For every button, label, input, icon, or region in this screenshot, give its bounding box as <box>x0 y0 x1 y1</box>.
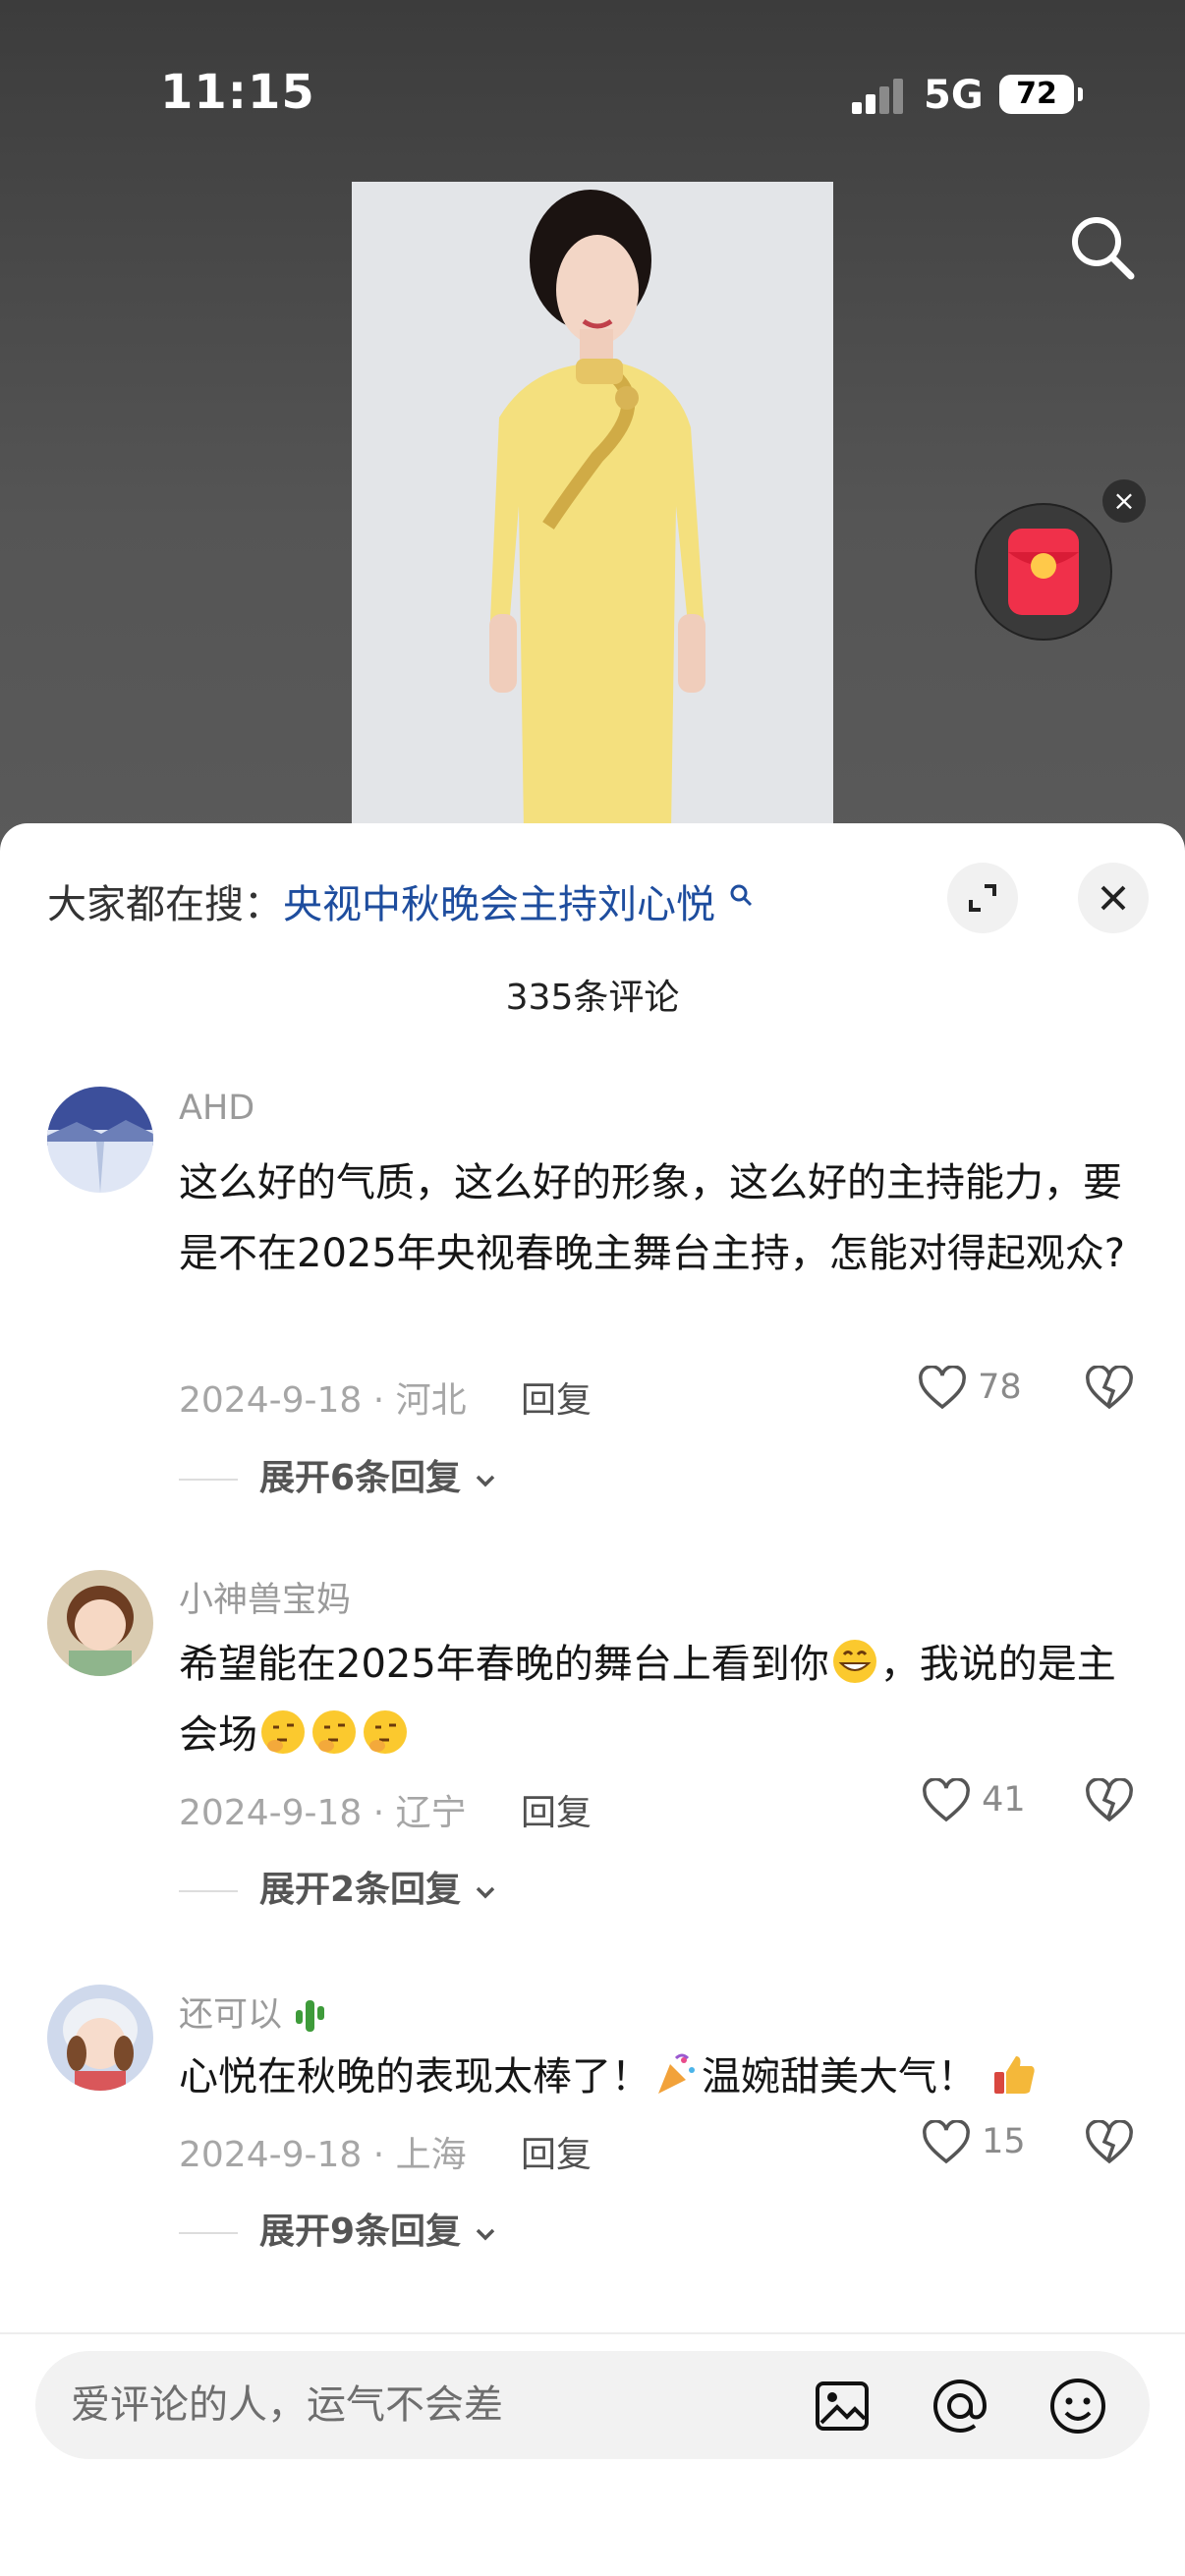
status-time: 11:15 <box>160 65 315 120</box>
heart-icon <box>923 1777 970 1822</box>
close-button[interactable] <box>1078 863 1149 933</box>
emoji-icon[interactable] <box>1047 2376 1108 2436</box>
network-type: 5G <box>924 73 984 118</box>
reply-button[interactable]: 回复 <box>521 1372 592 1423</box>
video-thumbnail[interactable] <box>352 182 833 830</box>
comment-text: 心悦在秋晚的表现太棒了！ 温婉甜美大气！ <box>179 2042 1142 2112</box>
comment-meta: 2024-9-18 · 辽宁 <box>179 1793 467 1833</box>
dislike-button[interactable] <box>1085 2119 1134 2165</box>
expand-button[interactable] <box>947 863 1018 933</box>
cellular-signal-icon <box>852 79 903 114</box>
thumbs-up-icon <box>994 2056 1035 2094</box>
thinking-face-icon <box>261 1710 305 1754</box>
like-button[interactable]: 15 <box>922 2119 1026 2165</box>
comment-meta: 2024-9-18 · 河北 <box>179 1380 467 1421</box>
heart-icon <box>919 1365 966 1410</box>
party-popper-icon <box>658 2053 695 2094</box>
like-count: 41 <box>982 1780 1026 1820</box>
at-icon[interactable] <box>930 2376 990 2436</box>
red-packet-button[interactable] <box>975 503 1112 641</box>
expand-replies-label: 展开2条回复 <box>259 1870 462 1910</box>
comment-text-part: 温婉甜美大气！ <box>702 2054 977 2100</box>
battery-indicator: 72 <box>999 75 1083 114</box>
thinking-face-icon <box>312 1710 356 1754</box>
close-icon <box>1100 885 1126 911</box>
broken-heart-icon <box>1086 1777 1133 1822</box>
expand-replies[interactable]: 展开2条回复 <box>179 1861 497 1912</box>
divider-line <box>179 2232 238 2234</box>
thinking-face-icon <box>364 1710 407 1754</box>
cartoon-girl-avatar <box>47 1570 153 1676</box>
hot-search-term[interactable]: 央视中秋晚会主持刘心悦 <box>283 882 715 927</box>
like-count: 78 <box>978 1368 1022 1407</box>
like-count: 15 <box>982 2122 1026 2161</box>
comment-input-placeholder: 爱评论的人，运气不会差 <box>71 2382 503 2428</box>
comment-username-text: 还可以 <box>179 1995 283 2035</box>
avatar[interactable] <box>47 1087 153 1193</box>
hot-search-prefix: 大家都在搜： <box>47 882 283 927</box>
comment-sheet: 大家都在搜：央视中秋晚会主持刘心悦 335条评论 AHD 这么好的气质，这么好的… <box>0 823 1185 2576</box>
comment-username[interactable]: AHD <box>179 1089 254 1128</box>
like-button[interactable]: 41 <box>922 1777 1026 1823</box>
reply-button[interactable]: 回复 <box>521 1784 592 1835</box>
input-divider <box>0 2332 1185 2334</box>
reply-button[interactable]: 回复 <box>521 2126 592 2177</box>
search-icon <box>730 884 752 907</box>
heart-icon <box>923 2119 970 2164</box>
chevron-down-icon <box>476 1886 494 1899</box>
expand-replies-label: 展开9条回复 <box>259 2212 462 2252</box>
comment-text: 这么好的气质，这么好的形象，这么好的主持能力，要是不在2025年央视春晚主舞台主… <box>179 1160 1126 1276</box>
comment-text-part: 希望能在2025年春晚的舞台上看到你 <box>179 1642 829 1687</box>
cactus-icon <box>296 2000 325 2032</box>
divider-line <box>179 1890 238 1892</box>
like-button[interactable]: 78 <box>918 1365 1022 1411</box>
avatar[interactable] <box>47 1570 153 1676</box>
comment-username[interactable]: 还可以 <box>179 1987 326 2037</box>
chevron-down-icon <box>476 2228 494 2241</box>
image-icon[interactable] <box>812 2376 873 2436</box>
status-bar: 11:15 5G 72 <box>0 0 1185 196</box>
broken-heart-icon <box>1086 2119 1133 2164</box>
comment-username[interactable]: 小神兽宝妈 <box>179 1572 351 1622</box>
dislike-button[interactable] <box>1085 1777 1134 1823</box>
search-icon[interactable] <box>1066 211 1139 284</box>
red-packet-close-icon[interactable]: × <box>1102 479 1146 523</box>
grin-icon <box>832 1640 876 1683</box>
red-packet-icon <box>1008 529 1079 615</box>
cartoon-girl-hat-avatar <box>47 1985 153 2091</box>
comment-text: 希望能在2025年春晚的舞台上看到你 ，我说的是主会场 <box>179 1629 1142 1770</box>
comment-meta: 2024-9-18 · 上海 <box>179 2135 467 2175</box>
woman-in-yellow-dress-image <box>352 182 833 830</box>
avatar[interactable] <box>47 1985 153 2091</box>
comment-text-part: 心悦在秋晚的表现太棒了！ <box>179 2054 650 2100</box>
expand-replies[interactable]: 展开6条回复 <box>179 1449 497 1500</box>
chevron-down-icon <box>476 1475 494 1487</box>
expand-replies-label: 展开6条回复 <box>259 1458 462 1498</box>
divider-line <box>179 1479 238 1481</box>
snow-landscape-avatar <box>47 1087 153 1193</box>
comment-input[interactable]: 爱评论的人，运气不会差 <box>35 2351 1150 2459</box>
hot-search[interactable]: 大家都在搜：央视中秋晚会主持刘心悦 <box>47 872 754 929</box>
expand-replies[interactable]: 展开9条回复 <box>179 2203 497 2254</box>
expand-icon <box>969 884 996 912</box>
broken-heart-icon <box>1086 1365 1133 1410</box>
dislike-button[interactable] <box>1085 1365 1134 1411</box>
comment-count: 335条评论 <box>505 978 680 1018</box>
